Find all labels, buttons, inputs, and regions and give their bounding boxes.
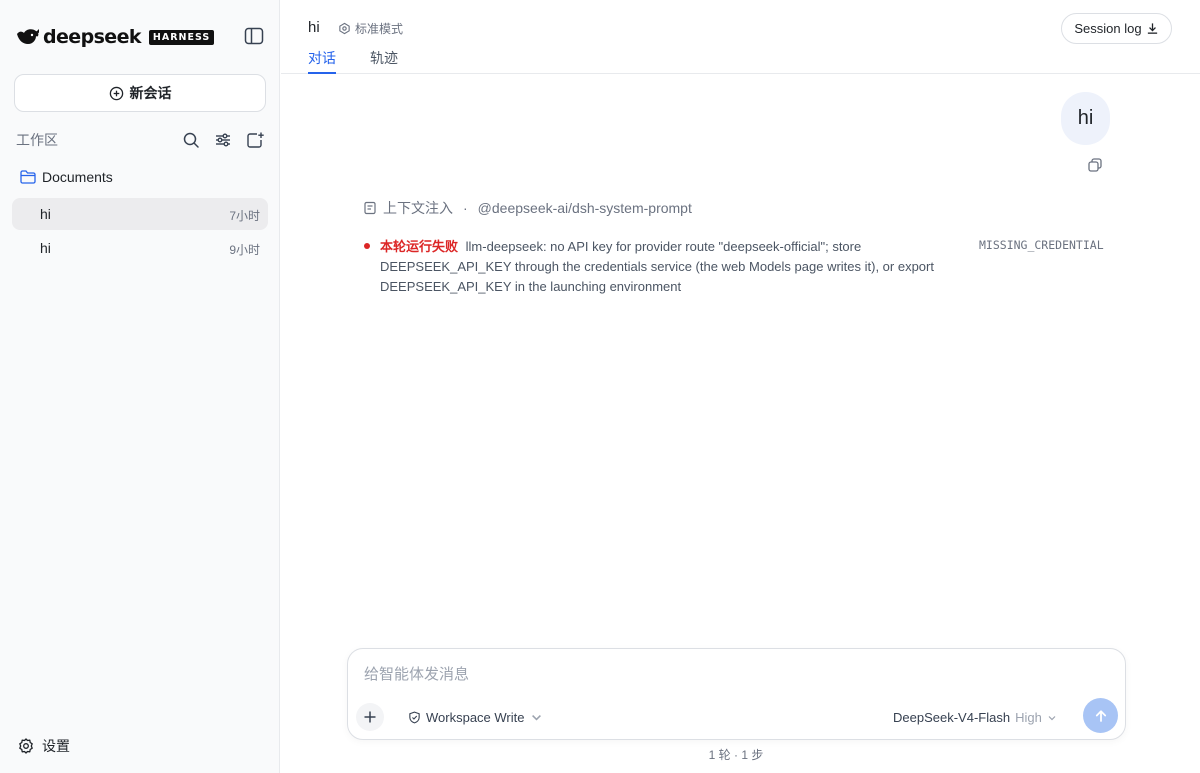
tab-label: 对话	[308, 50, 336, 66]
session-log-button[interactable]: Session log	[1061, 13, 1172, 44]
plus-circle-icon	[109, 86, 123, 100]
copy-icon[interactable]	[1087, 157, 1103, 173]
workspace-header: 工作区	[16, 131, 266, 151]
brand-wordmark: deepseek	[43, 26, 142, 48]
conversation-time: 7小时	[229, 209, 260, 223]
tab-conversation[interactable]: 对话	[308, 48, 336, 74]
brand-badge: HARNESS	[148, 29, 215, 45]
error-code: MISSING_CREDENTIAL	[979, 238, 1104, 252]
filter-button[interactable]	[214, 131, 232, 149]
mode-label: 标准模式	[355, 22, 404, 36]
arrow-up-icon	[1095, 709, 1106, 722]
user-message-bubble: hi	[1061, 92, 1110, 145]
main-panel: hi 标准模式 对话 轨迹 Session log hi 上下文注入 · @de…	[281, 0, 1200, 773]
sliders-icon	[216, 133, 230, 147]
chevron-down-icon	[531, 714, 541, 721]
user-message-text: hi	[1077, 107, 1094, 129]
mode-icon	[339, 22, 350, 35]
new-chat-label: 新会话	[129, 85, 172, 101]
message-input[interactable]	[364, 663, 1084, 685]
sidebar-toggle-icon[interactable]	[244, 27, 264, 45]
tab-label: 轨迹	[370, 50, 398, 66]
context-label: 上下文注入	[383, 200, 453, 216]
reasoning-level: High	[1015, 710, 1042, 725]
chevron-down-icon	[1048, 715, 1056, 720]
context-source: @deepseek-ai/dsh-system-prompt	[477, 200, 692, 216]
folder-documents[interactable]: Documents	[20, 169, 113, 185]
document-icon	[364, 201, 376, 215]
run-status: 1 轮 · 1 步	[708, 748, 764, 762]
folder-name: Documents	[42, 169, 113, 185]
send-button[interactable]	[1083, 698, 1118, 733]
permission-selector[interactable]: Workspace Write	[408, 710, 543, 725]
download-icon	[1147, 23, 1157, 34]
model-selector[interactable]: DeepSeek-V4-Flash High	[893, 710, 1057, 725]
search-icon	[183, 132, 199, 148]
shield-icon	[409, 711, 420, 724]
attach-button[interactable]	[356, 703, 384, 731]
sidebar: deepseek HARNESS 新会话 工作区 Documents hi 7小…	[0, 0, 280, 773]
whale-logo-icon	[17, 29, 39, 44]
context-injection-row[interactable]: 上下文注入 · @deepseek-ai/dsh-system-prompt	[363, 198, 692, 218]
conversation-title: hi	[40, 206, 51, 222]
settings-gear-icon	[19, 738, 33, 754]
error-message: 本轮运行失败 llm-deepseek: no API key for prov…	[380, 237, 960, 297]
conversation-item[interactable]: hi 9小时	[12, 232, 268, 264]
new-chat-button[interactable]: 新会话	[14, 74, 266, 112]
settings-button[interactable]: 设置	[18, 736, 70, 756]
settings-label: 设置	[42, 738, 70, 754]
new-folder-button[interactable]	[246, 131, 264, 149]
topbar: hi 标准模式 对话 轨迹 Session log	[281, 0, 1200, 74]
tab-trajectory[interactable]: 轨迹	[370, 48, 398, 74]
search-button[interactable]	[182, 131, 200, 149]
mode-selector[interactable]: 标准模式	[338, 20, 403, 37]
error-label: 本轮运行失败	[380, 239, 459, 254]
permission-label: Workspace Write	[426, 710, 525, 725]
model-label: DeepSeek-V4-Flash	[893, 710, 1011, 725]
brand-logo[interactable]: deepseek HARNESS	[16, 25, 215, 49]
workspace-label: 工作区	[16, 132, 58, 148]
conversation-time: 9小时	[229, 243, 260, 257]
context-separator: ·	[463, 200, 468, 216]
folder-icon	[20, 170, 36, 184]
session-log-label: Session log	[1074, 21, 1142, 36]
new-folder-icon	[247, 132, 264, 148]
conversation-item[interactable]: hi 7小时	[12, 198, 268, 230]
error-status-dot	[364, 243, 370, 249]
composer: Workspace Write DeepSeek-V4-Flash High	[347, 648, 1126, 740]
conversation-header-title: hi	[308, 19, 320, 36]
conversation-title: hi	[40, 240, 51, 256]
plus-icon	[364, 711, 376, 723]
error-text: llm-deepseek: no API key for provider ro…	[380, 239, 934, 294]
